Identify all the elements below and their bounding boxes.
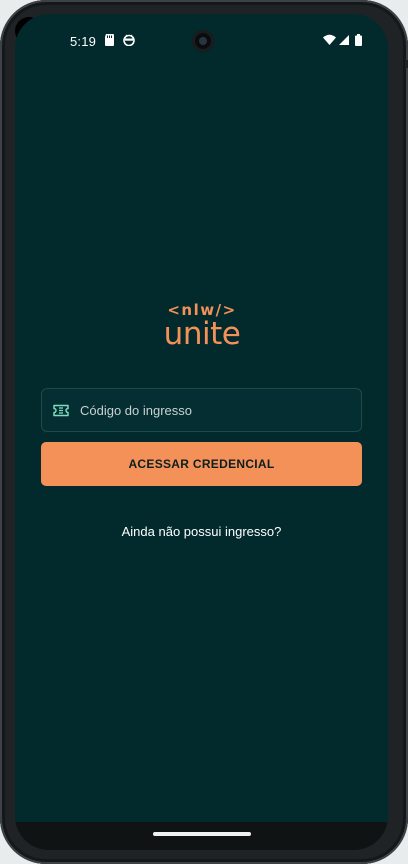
status-time: 5:19 [70,34,97,49]
ticket-code-field[interactable] [41,388,362,432]
app-screen: 5:19 <nlw/> unite Código do ingresso ACE… [15,14,388,850]
navigation-bar [15,822,388,850]
logo-wordmark: unite [163,316,241,352]
home-indicator[interactable] [153,832,251,836]
signal-icon [339,35,349,45]
cat-face-icon [123,34,135,46]
phone-frame: 5:19 <nlw/> unite Código do ingresso ACE… [0,0,408,864]
wifi-icon [323,34,336,45]
status-bar: 5:19 [15,14,388,66]
access-credential-button[interactable]: ACESSAR CREDENCIAL [41,442,362,486]
sd-card-icon [105,34,114,46]
ticket-icon [52,401,70,419]
nlw-unite-logo: <nlw/> unite [160,301,244,353]
ticket-code-input[interactable] [80,390,361,430]
battery-icon [355,34,362,46]
no-ticket-link[interactable]: Ainda não possui ingresso? [15,524,388,539]
camera-punch-hole [192,30,214,52]
